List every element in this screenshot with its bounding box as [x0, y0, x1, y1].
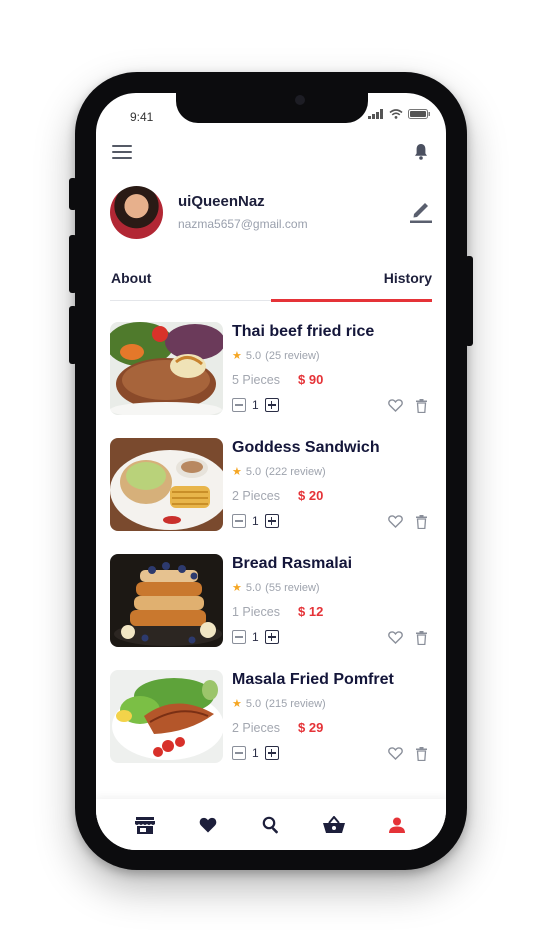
profile-email: nazma5657@gmail.com	[178, 217, 308, 231]
quantity-stepper: 1	[232, 514, 279, 528]
volume-up-button	[69, 235, 77, 293]
profile-icon	[388, 817, 405, 833]
decrease-button[interactable]	[232, 630, 246, 644]
nav-profile[interactable]	[385, 813, 409, 837]
star-icon: ★	[232, 350, 242, 362]
volume-down-button	[69, 306, 77, 364]
bell-icon[interactable]	[414, 143, 428, 160]
bottom-nav	[96, 799, 446, 850]
review-count: (55 review)	[265, 581, 320, 594]
status-icons	[368, 109, 430, 119]
status-time: 9:41	[130, 110, 154, 124]
search-icon	[262, 816, 278, 833]
price: $ 12	[298, 604, 324, 619]
item-title: Masala Fried Pomfret	[232, 671, 394, 688]
rating: ★ 5.0 (25 review)	[232, 349, 320, 363]
quantity-value: 1	[252, 398, 259, 412]
pieces-count: 5 Pieces	[232, 373, 280, 387]
quantity-value: 1	[252, 514, 259, 528]
review-count: (222 review)	[265, 465, 326, 478]
screen: 9:41 uiQueenNaz nazma5657@gmail.com Abou…	[96, 93, 446, 850]
food-image	[110, 322, 223, 415]
heart-outline-icon[interactable]	[388, 515, 403, 528]
tab-about[interactable]: About	[111, 270, 151, 286]
wifi-icon	[389, 109, 403, 119]
heart-outline-icon[interactable]	[388, 747, 403, 760]
menu-icon[interactable]	[112, 145, 132, 161]
decrease-button[interactable]	[232, 514, 246, 528]
heart-icon	[199, 817, 217, 832]
nav-favorites[interactable]	[196, 813, 220, 837]
list-item[interactable]: Masala Fried Pomfret ★ 5.0 (215 review) …	[110, 670, 432, 786]
pieces-count: 2 Pieces	[232, 489, 280, 503]
review-count: (215 review)	[265, 697, 326, 710]
star-icon: ★	[232, 698, 242, 710]
price: $ 20	[298, 488, 324, 503]
rating: ★ 5.0 (215 review)	[232, 697, 326, 711]
trash-icon[interactable]	[416, 747, 427, 761]
order-list: Thai beef fried rice ★ 5.0 (25 review) 5…	[110, 322, 432, 786]
tab-bar: About History	[110, 269, 432, 302]
rating-value: 5.0	[245, 697, 262, 710]
quantity-stepper: 1	[232, 398, 279, 412]
pieces-count: 1 Pieces	[232, 605, 280, 619]
rating: ★ 5.0 (222 review)	[232, 465, 326, 479]
price: $ 29	[298, 720, 324, 735]
rating-value: 5.0	[245, 465, 262, 478]
profile-name: uiQueenNaz	[178, 193, 265, 210]
avatar	[110, 186, 163, 239]
review-count: (25 review)	[265, 349, 320, 362]
increase-button[interactable]	[264, 630, 279, 644]
mute-switch	[69, 178, 77, 210]
list-item[interactable]: Bread Rasmalai ★ 5.0 (55 review) 1 Piece…	[110, 554, 432, 670]
star-icon: ★	[232, 582, 242, 594]
nav-basket[interactable]	[322, 813, 346, 837]
notch	[176, 93, 368, 123]
nav-search[interactable]	[259, 813, 283, 837]
signal-icon	[368, 109, 383, 119]
increase-button[interactable]	[264, 746, 279, 760]
item-title: Goddess Sandwich	[232, 439, 380, 456]
quantity-value: 1	[252, 746, 259, 760]
active-tab-indicator	[271, 299, 432, 302]
rating-value: 5.0	[245, 349, 262, 362]
list-item[interactable]: Goddess Sandwich ★ 5.0 (222 review) 2 Pi…	[110, 438, 432, 554]
trash-icon[interactable]	[416, 515, 427, 529]
edit-icon[interactable]	[410, 199, 432, 223]
basket-icon	[322, 815, 345, 833]
trash-icon[interactable]	[416, 399, 427, 413]
decrease-button[interactable]	[232, 746, 246, 760]
food-image	[110, 438, 223, 531]
food-image	[110, 670, 223, 763]
decrease-button[interactable]	[232, 398, 246, 412]
food-image	[110, 554, 223, 647]
quantity-stepper: 1	[232, 630, 279, 644]
store-icon	[135, 816, 156, 834]
price: $ 90	[298, 372, 324, 387]
pieces-count: 2 Pieces	[232, 721, 280, 735]
power-button	[465, 256, 473, 346]
heart-outline-icon[interactable]	[388, 399, 403, 412]
item-title: Bread Rasmalai	[232, 555, 353, 572]
quantity-stepper: 1	[232, 746, 279, 760]
trash-icon[interactable]	[416, 631, 427, 645]
increase-button[interactable]	[264, 398, 279, 412]
quantity-value: 1	[252, 630, 259, 644]
star-icon: ★	[232, 466, 242, 478]
increase-button[interactable]	[264, 514, 279, 528]
item-title: Thai beef fried rice	[232, 323, 375, 340]
tab-history[interactable]: History	[384, 270, 432, 286]
camera	[295, 95, 305, 105]
list-item[interactable]: Thai beef fried rice ★ 5.0 (25 review) 5…	[110, 322, 432, 438]
rating: ★ 5.0 (55 review)	[232, 581, 320, 595]
heart-outline-icon[interactable]	[388, 631, 403, 644]
battery-icon	[408, 109, 430, 119]
rating-value: 5.0	[245, 581, 262, 594]
nav-store[interactable]	[133, 813, 157, 837]
